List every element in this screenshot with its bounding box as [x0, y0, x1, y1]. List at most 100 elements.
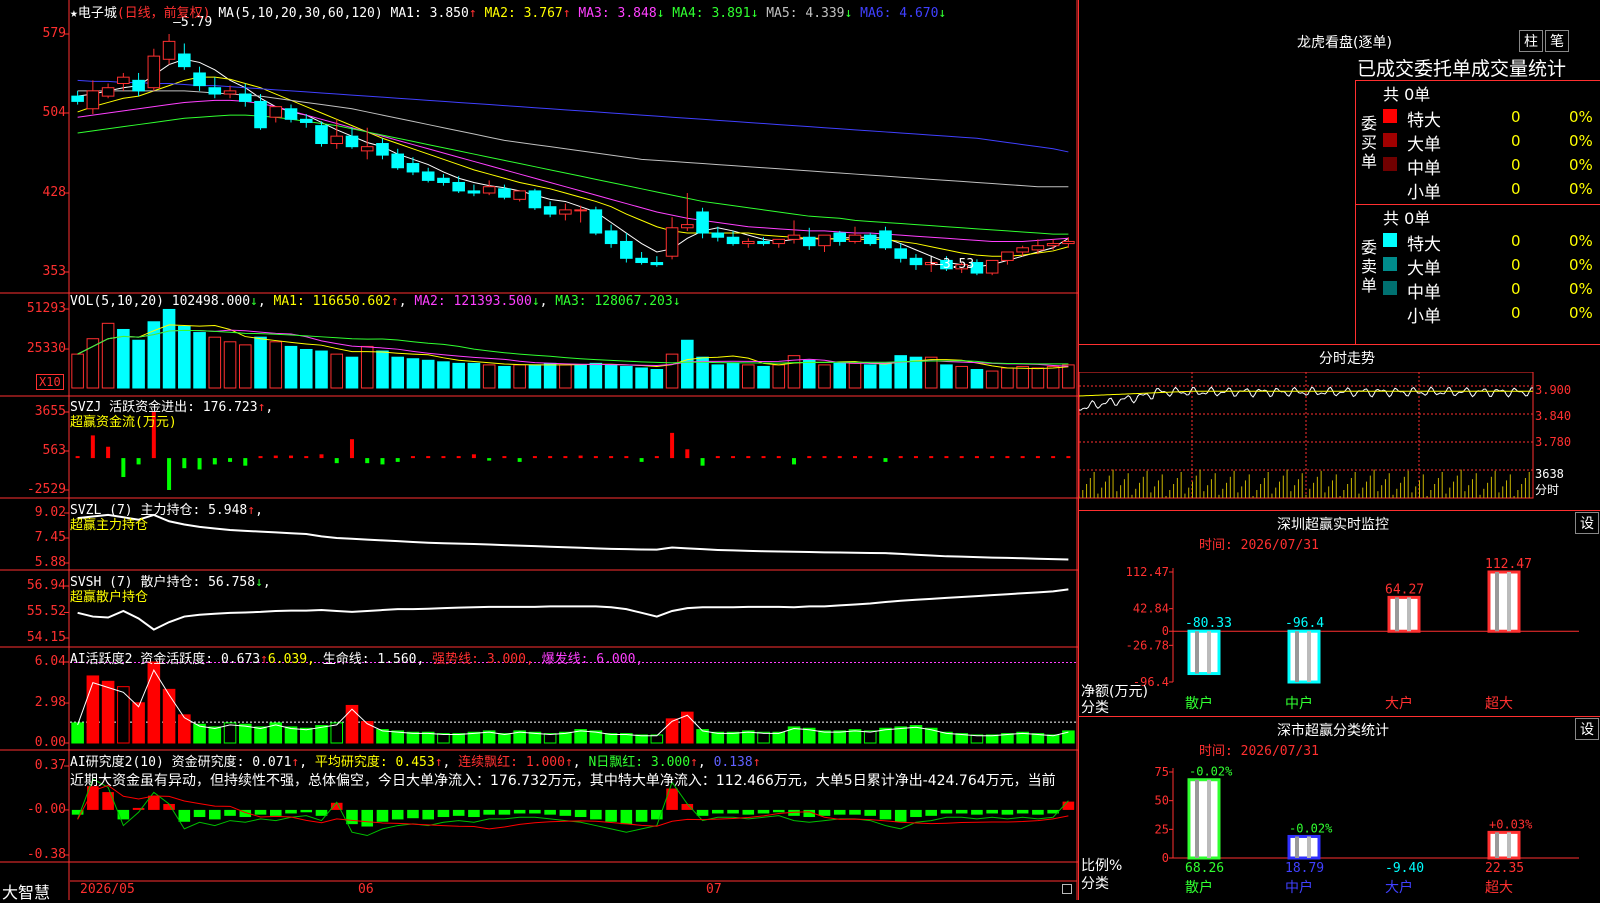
stats-settings-button[interactable]: 设	[1575, 718, 1599, 740]
intraday-y-tick: 3.840	[1535, 409, 1571, 423]
research-bar	[132, 807, 145, 810]
stock-name[interactable]: 电子城	[78, 6, 117, 21]
tab-stroke[interactable]: 笔	[1545, 30, 1569, 52]
bar-y-label: 比例%	[1081, 858, 1122, 874]
bar-top-label: +0.03%	[1489, 817, 1533, 831]
candle	[1062, 240, 1075, 245]
fund-flow-bar	[776, 456, 781, 459]
fund-flow-bar	[563, 456, 568, 459]
candle	[208, 87, 222, 95]
vol-bar	[559, 364, 572, 389]
vol-ma2: MA2: 121393.500	[414, 294, 532, 309]
order-row-count: 0	[1511, 156, 1521, 174]
candle	[376, 143, 389, 156]
vol-tick: 25330	[26, 340, 66, 356]
monitor-bar-chart: 112.4742.840-26.78-96.4-80.33散户-96.4中户64…	[1081, 557, 1579, 716]
order-row-count: 0	[1511, 256, 1521, 274]
tab-bar[interactable]: 柱	[1519, 30, 1543, 52]
candle	[528, 190, 542, 209]
vol-bar	[818, 364, 831, 389]
research-bar	[1032, 809, 1044, 815]
candle	[421, 171, 435, 181]
research-bar	[940, 809, 953, 814]
monitor-settings-button[interactable]: 设	[1575, 512, 1599, 534]
side-label-char: 单	[1361, 152, 1378, 171]
fund-flow-bar	[883, 458, 888, 462]
research-bar	[285, 809, 297, 814]
ma-readout-1: MA1: 3.850	[390, 6, 469, 21]
vol-bar	[71, 353, 84, 389]
lock-icon[interactable]	[1062, 884, 1072, 894]
fund-flow-bar	[746, 456, 751, 459]
vol-title: VOL(5,10,20)	[70, 294, 164, 309]
vol-bar	[1031, 367, 1045, 389]
candle	[1016, 247, 1029, 253]
stats-bar-chart: 75 50 25 0 68.26 -0.02% 散户 18.79 -0.02% 中户 -9.40 大户…	[1081, 765, 1579, 896]
candle	[117, 76, 130, 84]
intraday-chart[interactable]: 3.900 3.840 3.780 3638 分时	[1079, 372, 1600, 510]
order-row-name: 小单	[1407, 307, 1441, 327]
brand-logo: 大智慧	[2, 883, 51, 902]
ai2-nday: N日飘红: 3.000	[588, 755, 691, 770]
up-arrow-icon: ↑	[390, 294, 399, 309]
activity-bar	[162, 688, 176, 744]
price-tick: 428	[42, 185, 66, 201]
low-marker: └—3.53	[927, 255, 974, 272]
ai2-comment: 近期大资金虽有异动，但持续性不强，总体偏空，今日大单净流入：176.732万元，…	[70, 773, 1056, 789]
vol-bar	[208, 336, 222, 389]
vol-bar	[178, 325, 191, 389]
vol-bar	[924, 356, 938, 389]
candle	[559, 209, 572, 215]
fund-flow-bar	[1051, 456, 1056, 459]
activity-bar	[772, 731, 786, 744]
panel-divider	[1079, 510, 1600, 511]
vol-bar	[879, 362, 892, 389]
fund-flow-bar	[517, 458, 522, 462]
svsh-tick: 54.15	[26, 630, 66, 645]
activity-bar	[818, 730, 831, 744]
fund-flow-bar	[898, 456, 903, 459]
candle	[391, 153, 405, 169]
research-bar	[330, 802, 343, 810]
order-total-sell: 共 0单	[1383, 209, 1431, 228]
price-tick: 579	[42, 26, 66, 41]
fund-flow-bar	[1005, 456, 1010, 459]
vol-bar	[376, 350, 389, 389]
research-bar	[437, 809, 450, 818]
fund-flow-bar	[289, 455, 294, 459]
svsh-tick: 55.52	[26, 604, 66, 620]
ai2-last: 0.138	[713, 755, 753, 770]
candle	[696, 211, 709, 234]
ma-line-ma3	[77, 99, 1069, 242]
vol-bar	[284, 345, 298, 389]
candle	[543, 206, 557, 215]
research-bar	[346, 809, 358, 825]
vol-bar	[970, 369, 984, 389]
fund-flow-bar	[1035, 456, 1040, 459]
candle	[879, 230, 892, 249]
activity-bar	[299, 727, 313, 744]
fund-flow-bar	[959, 456, 964, 459]
order-row-count: 0	[1511, 108, 1521, 126]
research-bar	[620, 809, 633, 825]
fund-flow-bar	[1020, 456, 1025, 459]
fund-flow-bar	[365, 458, 370, 464]
order-row-pct: 0%	[1569, 108, 1593, 126]
svzj-tick: 563	[42, 443, 66, 458]
fund-flow-bar	[334, 458, 339, 464]
category-bar-shade	[1307, 631, 1311, 682]
order-row-pct: 0%	[1569, 232, 1593, 250]
research-bar	[879, 809, 892, 820]
candle	[985, 259, 999, 274]
activity-bar	[208, 726, 222, 744]
down-arrow-icon: ↓	[250, 294, 258, 309]
fund-flow-bar	[700, 458, 705, 466]
vol-bar	[299, 348, 313, 389]
order-row-pct: 0%	[1569, 156, 1593, 174]
research-bar	[269, 809, 282, 816]
order-row-pct: 0%	[1569, 256, 1593, 274]
up-arrow-icon: ↑	[562, 6, 571, 21]
bar-x-label: 分类	[1081, 876, 1109, 892]
stats-title: 已成交委托单成交量统计	[1357, 58, 1567, 80]
vol-bar	[406, 358, 420, 389]
